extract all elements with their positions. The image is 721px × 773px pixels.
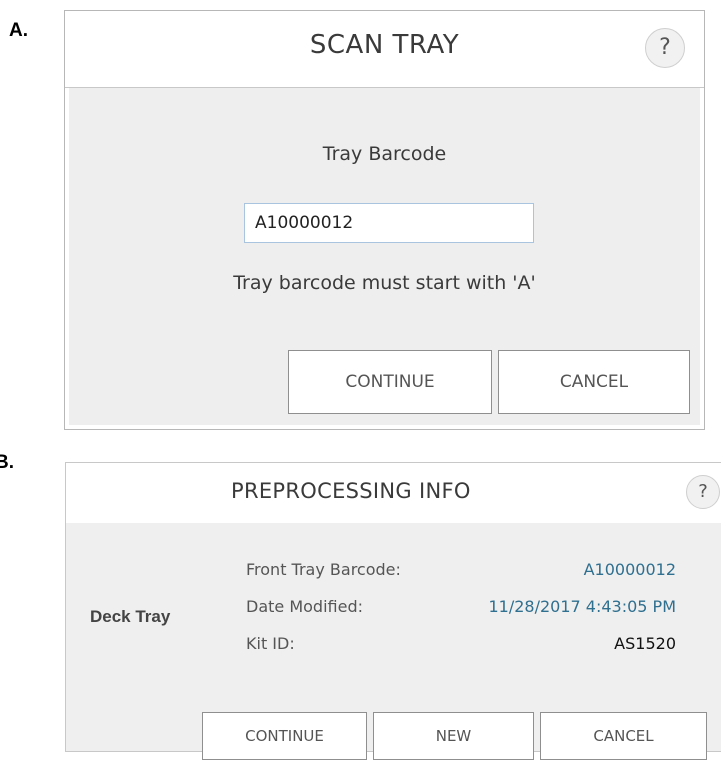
info-row-kit-id: Kit ID: AS1520 <box>246 634 676 658</box>
scan-tray-body: Tray Barcode Tray barcode must start wit… <box>69 88 700 425</box>
help-icon[interactable]: ? <box>645 28 685 68</box>
preprocessing-title: PREPROCESSING INFO <box>231 479 471 503</box>
continue-button[interactable]: CONTINUE <box>288 350 492 414</box>
info-value: AS1520 <box>614 634 676 653</box>
panel-label-a: A. <box>9 20 28 41</box>
preprocessing-body: Deck Tray Front Tray Barcode: A10000012 … <box>66 523 721 760</box>
info-label: Date Modified: <box>246 597 363 616</box>
info-row-date-modified: Date Modified: 11/28/2017 4:43:05 PM <box>246 597 676 621</box>
info-label: Kit ID: <box>246 634 295 653</box>
tray-barcode-heading: Tray Barcode <box>322 143 447 165</box>
help-icon[interactable]: ? <box>686 475 720 509</box>
info-label: Front Tray Barcode: <box>246 560 401 579</box>
preprocessing-title-bar: PREPROCESSING INFO ? <box>66 463 721 523</box>
preprocessing-info-dialog: PREPROCESSING INFO ? Deck Tray Front Tra… <box>65 462 721 760</box>
new-button[interactable]: NEW <box>373 712 534 760</box>
scan-tray-dialog: SCAN TRAY ? Tray Barcode Tray barcode mu… <box>64 10 705 430</box>
deck-tray-label: Deck Tray <box>90 607 171 626</box>
continue-button[interactable]: CONTINUE <box>202 712 367 760</box>
panel-label-b: B. <box>0 452 14 473</box>
info-value: A10000012 <box>583 560 676 579</box>
tray-barcode-hint: Tray barcode must start with 'A' <box>233 272 536 294</box>
scan-tray-title: SCAN TRAY <box>309 30 460 60</box>
cancel-button[interactable]: CANCEL <box>540 712 707 760</box>
info-row-front-tray-barcode: Front Tray Barcode: A10000012 <box>246 560 676 584</box>
scan-tray-title-bar: SCAN TRAY ? <box>65 11 704 88</box>
cancel-button[interactable]: CANCEL <box>498 350 690 414</box>
info-value: 11/28/2017 4:43:05 PM <box>488 597 676 616</box>
tray-barcode-input[interactable] <box>244 203 534 243</box>
